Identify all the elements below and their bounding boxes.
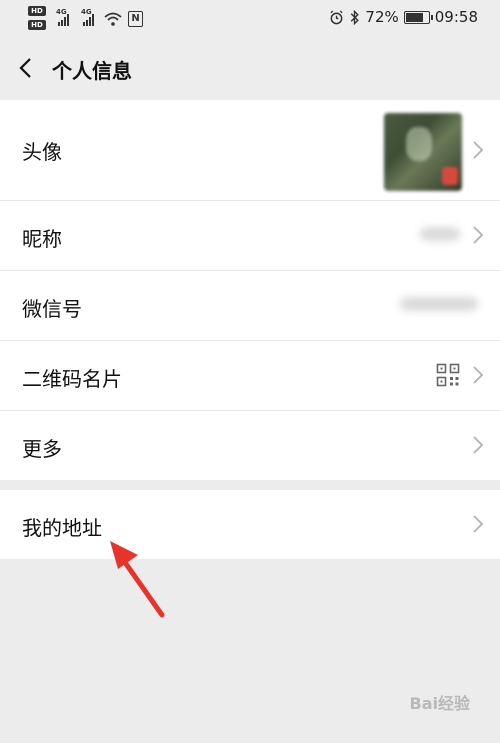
row-nickname-label: 昵称: [22, 227, 62, 251]
row-more-label: 更多: [22, 437, 62, 461]
bluetooth-icon: [351, 9, 360, 25]
status-right: 72% 09:58: [329, 8, 478, 26]
watermark: Bai经验: [409, 694, 470, 713]
row-wechat-id-label: 微信号: [22, 297, 82, 321]
page-title: 个人信息: [52, 59, 132, 83]
alarm-icon: [330, 9, 344, 24]
chevron-right-icon: [473, 226, 484, 244]
status-left: HD HD 4G 4G N: [28, 6, 143, 32]
nickname-value-blurred: [420, 227, 460, 241]
back-icon[interactable]: [14, 56, 38, 80]
chevron-right-icon: [473, 436, 484, 454]
row-wechat-id[interactable]: 微信号: [0, 271, 500, 341]
hd-badge-1: HD: [28, 6, 46, 16]
clock-time: 09:58: [434, 8, 478, 26]
wechat-id-value-blurred: [400, 297, 478, 311]
row-my-address[interactable]: 我的地址: [0, 490, 500, 559]
battery-percent: 72%: [365, 8, 399, 26]
signal-icon-1: 4G: [56, 8, 69, 26]
row-more[interactable]: 更多: [0, 411, 500, 480]
hd-indicators: HD HD: [28, 6, 46, 32]
qr-code-icon: [436, 363, 460, 387]
battery-icon: [403, 10, 433, 24]
row-nickname[interactable]: 昵称: [0, 201, 500, 271]
profile-settings-list: 头像 昵称 微信号 二维码名片 更多: [0, 100, 500, 480]
status-bar: HD HD 4G 4G N 72% 09:58: [0, 0, 500, 38]
hd-badge-2: HD: [28, 20, 46, 30]
signal-icon-2: 4G: [81, 8, 94, 26]
row-qr-card-label: 二维码名片: [22, 367, 122, 391]
row-avatar[interactable]: 头像: [0, 100, 500, 201]
address-settings-list: 我的地址: [0, 490, 500, 559]
network-type-1: 4G: [56, 8, 67, 16]
wifi-icon: [104, 12, 122, 26]
row-avatar-label: 头像: [22, 140, 62, 164]
annotation-arrow-icon: [110, 541, 165, 618]
avatar: [384, 113, 462, 191]
chevron-right-icon: [473, 515, 484, 533]
row-my-address-label: 我的地址: [22, 516, 102, 540]
row-qr-card[interactable]: 二维码名片: [0, 341, 500, 411]
network-type-2: 4G: [81, 8, 92, 16]
chevron-right-icon: [473, 366, 484, 384]
chevron-right-icon: [473, 141, 484, 159]
nav-bar: 个人信息: [0, 38, 500, 100]
nfc-icon: N: [128, 11, 143, 27]
